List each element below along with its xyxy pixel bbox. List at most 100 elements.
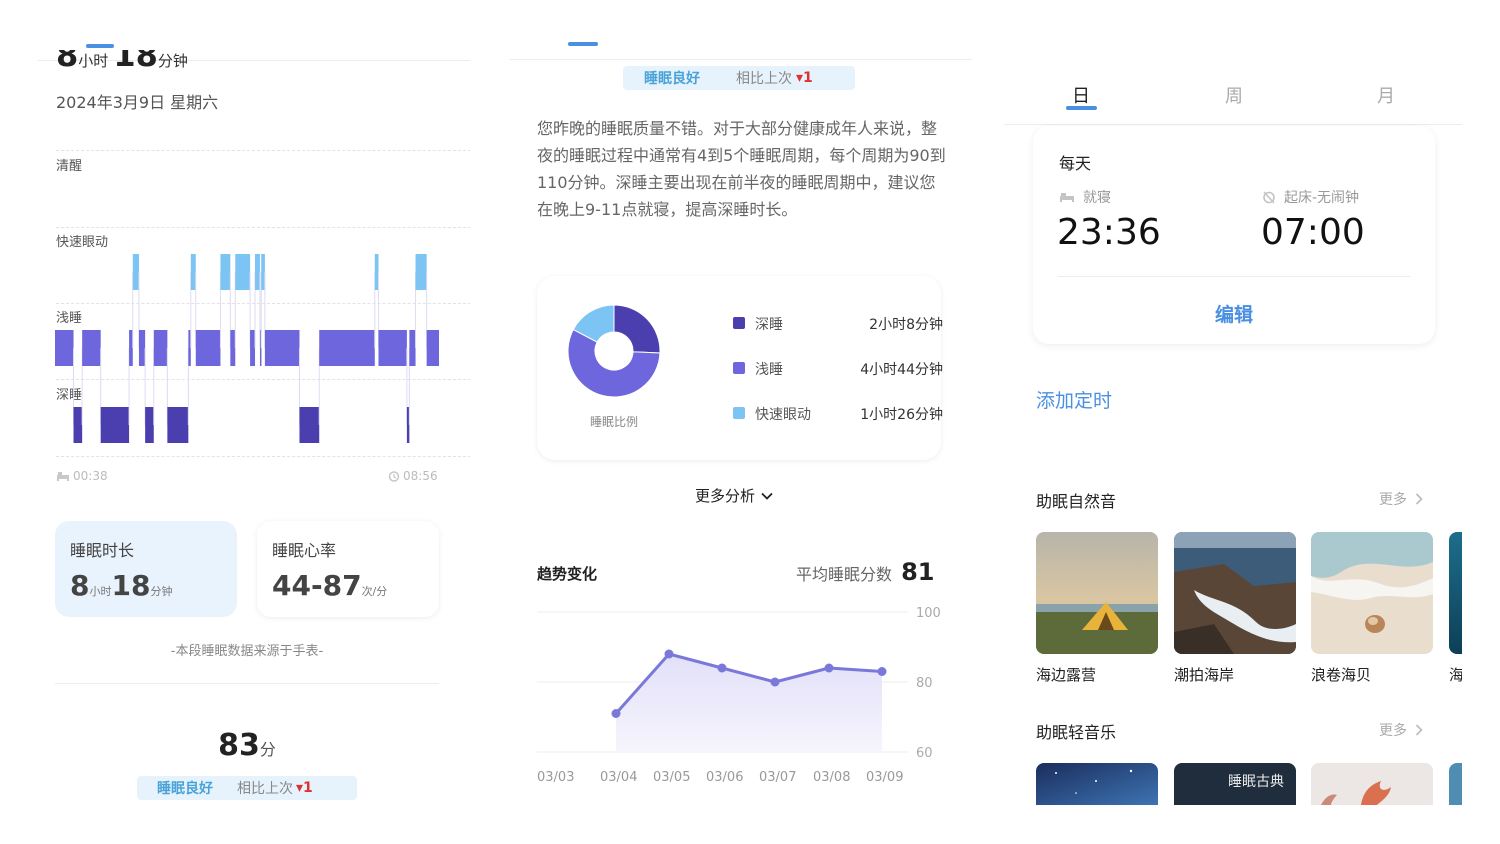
x-tick-label: 03/04	[600, 770, 637, 785]
thumb-coral[interactable]	[1311, 763, 1433, 805]
card-title: 睡眠心率	[272, 541, 337, 560]
y-tick-label: 100	[916, 606, 941, 621]
music-more-link[interactable]: 更多	[1379, 720, 1423, 740]
nature-sounds-title: 助眠自然音	[1036, 492, 1117, 511]
sleep-description: 您昨晚的睡眠质量不错。对于大部分健康成年人来说，整夜的睡眠过程中通常有4到5个睡…	[537, 119, 946, 219]
stage-segment-light	[195, 330, 221, 366]
thumb-label: 海	[1449, 666, 1462, 684]
stage-segment-deep	[299, 407, 320, 443]
wake-label: 起床-无闹钟	[1262, 187, 1359, 207]
donut-slice	[613, 304, 661, 354]
stage-segment-light	[250, 330, 256, 366]
stage-segment-deep	[167, 407, 189, 443]
stage-segment-light	[230, 330, 236, 366]
legend-item-deep: 深睡 2小时8分钟	[733, 313, 943, 333]
divider	[1058, 276, 1410, 277]
legend-item-light: 浅睡 4小时44分钟	[733, 358, 943, 378]
stage-segment-deep	[145, 407, 154, 443]
sleep-ratio-card: 睡眠比例 深睡 2小时8分钟 浅睡 4小时44分钟 快速眼动 1小时26分钟	[537, 276, 943, 460]
tab-week[interactable]: 周	[1225, 82, 1243, 108]
divider	[1004, 124, 1462, 125]
thumb-seaside-camping[interactable]	[1036, 532, 1158, 654]
thumb-sleep-classical[interactable]: 睡眠古典	[1174, 763, 1296, 805]
donut-caption: 睡眠比例	[589, 415, 638, 429]
trend-point	[824, 663, 834, 673]
active-tab-underline	[1066, 106, 1097, 110]
thumb-starry-night[interactable]	[1036, 763, 1158, 805]
stage-segment-rem	[415, 254, 427, 290]
stage-segment-light	[82, 330, 101, 366]
chevron-down-icon	[761, 492, 773, 500]
trend-point	[664, 649, 674, 659]
thumb-label: 潮拍海岸	[1174, 666, 1235, 684]
stage-segment-deep	[100, 407, 130, 443]
chevron-right-icon	[1415, 724, 1423, 736]
thumb-partial[interactable]	[1449, 763, 1462, 805]
starry-sky-image	[1036, 763, 1158, 805]
trend-title: 趋势变化	[537, 565, 598, 583]
tent-image	[1036, 532, 1158, 654]
x-tick-label: 03/07	[759, 770, 796, 785]
sleep-heart-rate-card[interactable]: 睡眠心率 44-87次/分	[257, 521, 439, 617]
sleep-schedule-card: 每天 就寝 23:36 起床-无闹钟 07:00 编辑	[1033, 126, 1435, 344]
legend-item-rem: 快速眼动 1小时26分钟	[733, 403, 943, 423]
data-source-note: -本段睡眠数据来源于手表-	[170, 644, 324, 659]
x-tick-label: 03/08	[813, 770, 850, 785]
stage-segment-light	[319, 330, 375, 366]
bedtime-value: 23:36	[1057, 212, 1161, 253]
wake-value: 07:00	[1261, 212, 1365, 253]
tab-month[interactable]: 月	[1377, 82, 1395, 108]
thumb-tide-coast[interactable]	[1174, 532, 1296, 654]
bed-icon	[57, 472, 69, 481]
thumb-partial[interactable]	[1449, 532, 1462, 654]
sleep-ratio-donut	[567, 304, 661, 398]
light-music-title: 助眠轻音乐	[1036, 723, 1117, 742]
sleep-schedule-panel: 日 周 月 每天 就寝 23:36 起床-无闹钟 07:00 编辑 添加定时 助…	[1004, 0, 1462, 844]
sleep-quality-badge: 睡眠良好 相比上次 ▾ 1	[137, 776, 357, 800]
stage-segment-light	[55, 330, 74, 366]
coral-image	[1311, 763, 1433, 805]
trend-point	[770, 677, 780, 687]
sleep-duration-card[interactable]: 睡眠时长 8小时18分钟	[55, 521, 237, 617]
stage-segment-rem	[220, 254, 231, 290]
bed-icon	[1060, 193, 1074, 202]
trend-point	[877, 667, 887, 676]
thumb-wave-shell[interactable]	[1311, 532, 1433, 654]
edit-schedule-button[interactable]: 编辑	[1033, 300, 1435, 327]
alarm-clock-icon	[388, 471, 400, 482]
divider	[55, 683, 439, 684]
stage-segment-rem	[132, 254, 139, 290]
stage-segment-light	[153, 330, 168, 366]
stage-segment-light	[138, 330, 146, 366]
card-value: 44-87次/分	[272, 569, 388, 602]
more-analysis-button[interactable]: 更多分析	[695, 485, 773, 506]
trend-line-chart: 100 80 60 03/03 03/04 03/05 03/06 03/07 03/08 03/…	[537, 606, 941, 785]
stage-segment-light	[409, 330, 416, 366]
chevron-right-icon	[1415, 493, 1423, 505]
tab-day[interactable]: 日	[1072, 82, 1090, 108]
stage-segment-light	[264, 330, 300, 366]
nature-more-link[interactable]: 更多	[1379, 489, 1423, 509]
repeat-label: 每天	[1059, 154, 1092, 173]
legend-swatch	[733, 407, 745, 419]
y-tick-label: 60	[916, 746, 933, 761]
shell-image	[1311, 532, 1433, 654]
thumb-label: 浪卷海贝	[1311, 666, 1372, 684]
stage-segment-rem	[374, 254, 379, 290]
active-tab-underline	[568, 42, 598, 46]
stage-segment-rem	[255, 254, 260, 290]
average-score: 平均睡眠分数 81	[796, 558, 935, 586]
sleep-analysis-panel: 睡眠良好 相比上次 ▾ 1 您昨晚的睡眠质量不错。对于大部分健康成年人来说，整夜的…	[510, 0, 972, 844]
legend-swatch	[733, 362, 745, 374]
add-timer-button[interactable]: 添加定时	[1036, 386, 1112, 413]
start-time: 00:38	[56, 469, 108, 483]
card-title: 睡眠时长	[70, 541, 135, 560]
coast-image	[1174, 532, 1296, 654]
stage-segment-light	[426, 330, 439, 366]
divider	[510, 59, 972, 60]
thumb-label: 海边露营	[1036, 666, 1097, 684]
trend-point	[611, 709, 621, 718]
bedtime-label: 就寝	[1059, 187, 1111, 207]
end-time: 08:56	[388, 469, 438, 483]
x-tick-label: 03/09	[866, 770, 903, 785]
